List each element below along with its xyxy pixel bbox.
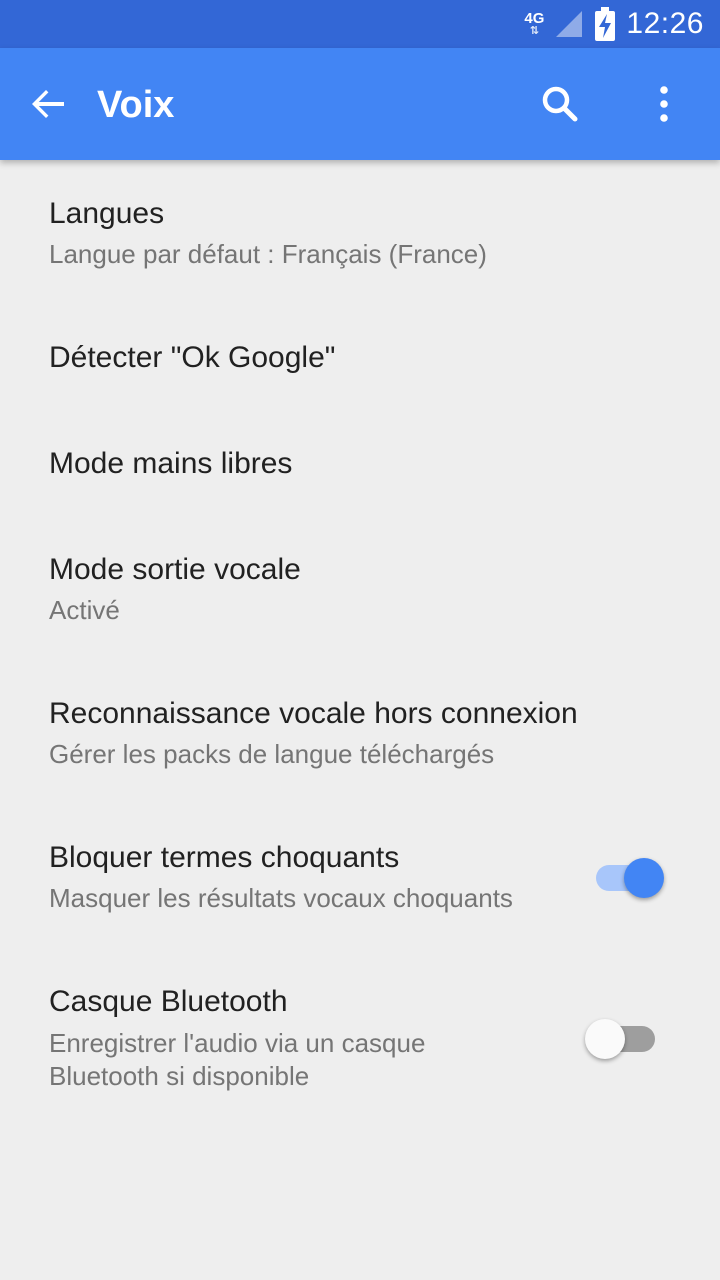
clock: 12:26 xyxy=(626,7,704,40)
more-vert-icon xyxy=(660,86,668,122)
setting-title: Mode sortie vocale xyxy=(49,553,301,586)
setting-summary: Enregistrer l'audio via un casque xyxy=(49,1028,426,1058)
search-icon xyxy=(542,86,578,122)
setting-langues[interactable]: Langues Langue par défaut : Français (Fr… xyxy=(0,180,720,290)
setting-detect-ok-google[interactable]: Détecter "Ok Google" xyxy=(0,320,720,400)
data-activity-icon: ⇅ xyxy=(529,25,540,37)
setting-summary: Langue par défaut : Français (France) xyxy=(49,239,487,269)
page-title: Voix xyxy=(97,84,175,126)
switch-thumb xyxy=(585,1019,625,1059)
back-arrow-icon xyxy=(32,90,64,118)
app-bar: Voix xyxy=(0,48,720,160)
setting-title: Langues xyxy=(49,197,165,230)
network-indicator: 4G ⇅ xyxy=(524,11,544,37)
setting-title: Bloquer termes choquants xyxy=(49,841,400,874)
setting-hands-free[interactable]: Mode mains libres xyxy=(0,426,720,506)
switch-thumb xyxy=(624,858,664,898)
setting-offline-recognition[interactable]: Reconnaissance vocale hors connexion Gér… xyxy=(0,680,720,790)
battery-charging-icon xyxy=(595,7,616,41)
more-options-button[interactable] xyxy=(640,80,688,128)
setting-title: Détecter "Ok Google" xyxy=(49,341,336,374)
search-button[interactable] xyxy=(536,80,584,128)
setting-voice-output[interactable]: Mode sortie vocale Activé xyxy=(0,536,720,646)
status-bar: 4G ⇅ 12:26 xyxy=(0,0,720,48)
setting-title: Mode mains libres xyxy=(49,447,293,480)
bluetooth-headset-switch[interactable] xyxy=(585,1015,655,1059)
setting-summary: Gérer les packs de langue téléchargés xyxy=(49,739,495,769)
setting-title: Reconnaissance vocale hors connexion xyxy=(49,697,578,730)
block-offensive-switch[interactable] xyxy=(596,854,666,898)
setting-summary: Bluetooth si disponible xyxy=(49,1061,310,1091)
setting-summary: Activé xyxy=(49,595,120,625)
setting-summary: Masquer les résultats vocaux choquants xyxy=(49,883,513,913)
back-button[interactable] xyxy=(24,80,72,128)
setting-title: Casque Bluetooth xyxy=(49,985,288,1018)
signal-icon xyxy=(556,11,583,37)
